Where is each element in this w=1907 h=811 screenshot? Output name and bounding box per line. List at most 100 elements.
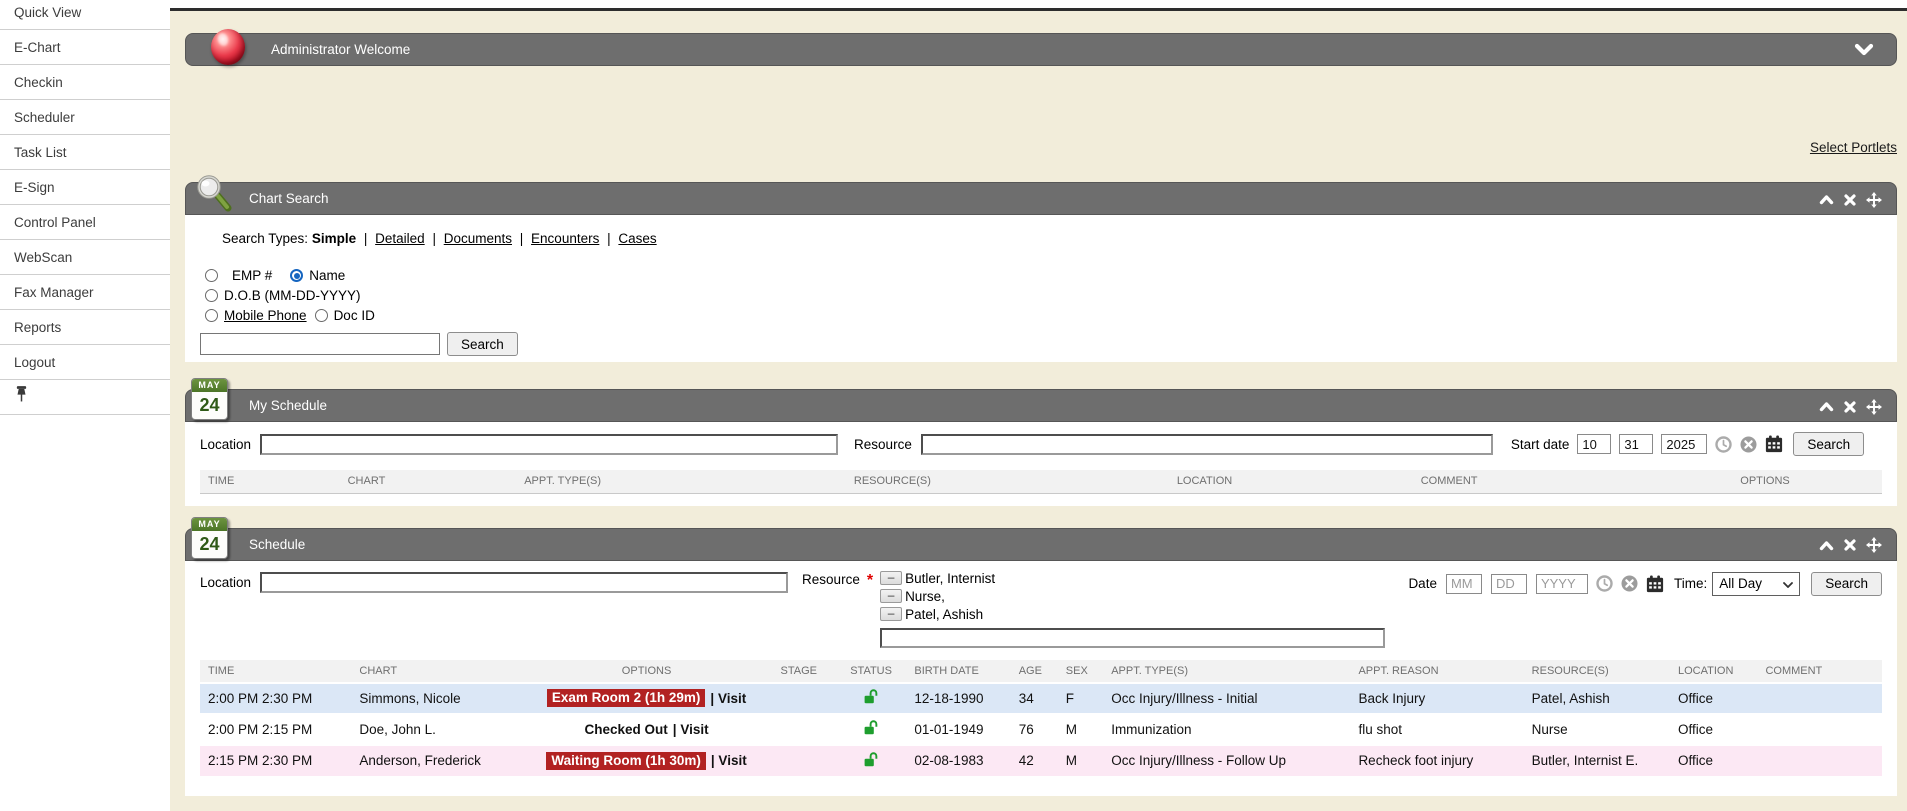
close-icon[interactable] (1844, 539, 1856, 551)
move-icon[interactable] (1866, 192, 1882, 208)
table-row[interactable]: 2:00 PM 2:15 PM Doe, John L. Checked Out… (200, 714, 1882, 745)
schedule-search-button[interactable]: Search (1811, 572, 1882, 596)
sidebar-item-e-sign[interactable]: E-Sign (0, 170, 170, 205)
start-date-label: Start date (1511, 437, 1570, 452)
resource-item: – Nurse, (880, 588, 1385, 605)
schedule-header[interactable]: MAY 24 Schedule (185, 528, 1897, 561)
schedule-body: Location Resource * – Butler, Internist (185, 561, 1897, 796)
start-date-day-input[interactable] (1619, 434, 1653, 454)
resource-name: Patel, Ashish (905, 607, 983, 622)
time-label: Time: (1674, 576, 1707, 591)
schedule-location-input[interactable] (260, 572, 788, 593)
calendar-page-icon: MAY 24 (191, 517, 228, 559)
collapse-icon[interactable] (1819, 194, 1834, 205)
sidebar-item-fax-manager[interactable]: Fax Manager (0, 275, 170, 310)
close-icon[interactable] (1844, 194, 1856, 206)
radio-emp[interactable] (205, 269, 218, 282)
resource-label: Resource (854, 437, 912, 452)
status-cell[interactable] (836, 745, 907, 776)
date-month-input[interactable] (1446, 574, 1482, 594)
my-schedule-header[interactable]: MAY 24 My Schedule (185, 389, 1897, 422)
admin-welcome-title: Administrator Welcome (271, 42, 410, 57)
top-divider-bar (170, 8, 1907, 11)
start-date-month-input[interactable] (1577, 434, 1611, 454)
radio-mobile-phone-label[interactable]: Mobile Phone (224, 308, 307, 323)
schedule-resource-input[interactable] (880, 628, 1385, 648)
portlet-my-schedule: MAY 24 My Schedule Location Resource Sta… (185, 389, 1897, 506)
search-type-simple[interactable]: Simple (312, 231, 356, 246)
close-icon[interactable] (1844, 401, 1856, 413)
sidebar-item-logout[interactable]: Logout (0, 345, 170, 380)
clear-circle-icon[interactable] (1621, 575, 1638, 592)
start-date-year-input[interactable] (1661, 434, 1707, 454)
radio-emp-label: EMP # (232, 268, 272, 283)
sidebar-item-scheduler[interactable]: Scheduler (0, 100, 170, 135)
my-schedule-resource-input[interactable] (921, 434, 1493, 455)
search-type-encounters[interactable]: Encounters (531, 231, 599, 246)
main-content: Administrator Welcome Select Portlets (170, 0, 1907, 811)
schedule-title: Schedule (249, 537, 305, 552)
search-types-label: Search Types: (222, 231, 308, 246)
visit-link[interactable]: | Visit (673, 722, 709, 737)
sidebar-item-control-panel[interactable]: Control Panel (0, 205, 170, 240)
sidebar-pin-button[interactable] (0, 380, 170, 415)
remove-resource-button[interactable]: – (880, 607, 902, 621)
my-schedule-header-row: TIME CHART APPT. TYPE(S) RESOURCE(S) LOC… (200, 470, 1882, 493)
remove-resource-button[interactable]: – (880, 589, 902, 603)
sidebar-item-quick-view[interactable]: Quick View (0, 0, 170, 30)
date-year-input[interactable] (1536, 574, 1588, 594)
location-label: Location (200, 437, 251, 452)
radio-dob[interactable] (205, 289, 218, 302)
radio-dob-label: D.O.B (MM-DD-YYYY) (224, 288, 361, 303)
chart-search-button[interactable]: Search (447, 332, 518, 356)
visit-link[interactable]: | Visit (711, 753, 747, 768)
search-type-documents[interactable]: Documents (444, 231, 512, 246)
time-select[interactable]: All Day (1712, 572, 1800, 596)
table-row[interactable]: 2:15 PM 2:30 PM Anderson, Frederick Wait… (200, 745, 1882, 776)
collapse-icon[interactable] (1819, 540, 1834, 551)
search-type-cases[interactable]: Cases (618, 231, 656, 246)
sidebar-item-reports[interactable]: Reports (0, 310, 170, 345)
collapse-icon[interactable] (1819, 401, 1834, 412)
date-day-input[interactable] (1491, 574, 1527, 594)
resource-item: – Patel, Ashish (880, 606, 1385, 623)
sidebar-item-e-chart[interactable]: E-Chart (0, 30, 170, 65)
my-schedule-title: My Schedule (249, 398, 327, 413)
remove-resource-button[interactable]: – (880, 571, 902, 585)
chart-search-header[interactable]: Chart Search (185, 182, 1897, 215)
room-status-badge[interactable]: Checked Out (585, 722, 668, 737)
sidebar-item-webscan[interactable]: WebScan (0, 240, 170, 275)
sidebar: Quick View E-Chart Checkin Scheduler Tas… (0, 0, 170, 811)
clear-circle-icon[interactable] (1740, 436, 1757, 453)
table-row[interactable]: 2:00 PM 2:30 PM Simmons, Nicole Exam Roo… (200, 683, 1882, 714)
chart-search-title: Chart Search (249, 191, 329, 206)
search-type-detailed[interactable]: Detailed (375, 231, 425, 246)
sidebar-item-task-list[interactable]: Task List (0, 135, 170, 170)
clock-icon[interactable] (1596, 575, 1613, 592)
schedule-table: TIME CHART OPTIONS STAGE STATUS BIRTH DA… (200, 660, 1882, 776)
clock-icon[interactable] (1715, 436, 1732, 453)
status-cell[interactable] (836, 683, 907, 714)
status-cell[interactable] (836, 714, 907, 745)
room-status-badge[interactable]: Exam Room 2 (1h 29m) (547, 689, 706, 707)
radio-doc-id-label: Doc ID (334, 308, 375, 323)
select-portlets-link[interactable]: Select Portlets (1810, 140, 1897, 155)
my-schedule-location-input[interactable] (260, 434, 838, 455)
calendar-icon[interactable] (1765, 435, 1783, 453)
my-schedule-search-button[interactable]: Search (1793, 432, 1864, 456)
sidebar-item-checkin[interactable]: Checkin (0, 65, 170, 100)
admin-welcome-bar[interactable]: Administrator Welcome (185, 33, 1897, 66)
radio-name[interactable] (290, 269, 303, 282)
calendar-icon[interactable] (1646, 575, 1664, 593)
date-label: Date (1408, 576, 1437, 591)
radio-doc-id[interactable] (315, 309, 328, 322)
chart-search-input[interactable] (200, 333, 440, 355)
move-icon[interactable] (1866, 537, 1882, 553)
my-schedule-table: TIME CHART APPT. TYPE(S) RESOURCE(S) LOC… (200, 470, 1882, 494)
radio-mobile-phone[interactable] (205, 309, 218, 322)
schedule-header-row: TIME CHART OPTIONS STAGE STATUS BIRTH DA… (200, 660, 1882, 683)
move-icon[interactable] (1866, 399, 1882, 415)
chevron-down-icon[interactable] (1854, 43, 1874, 62)
room-status-badge[interactable]: Waiting Room (1h 30m) (546, 752, 706, 770)
visit-link[interactable]: | Visit (710, 691, 746, 706)
